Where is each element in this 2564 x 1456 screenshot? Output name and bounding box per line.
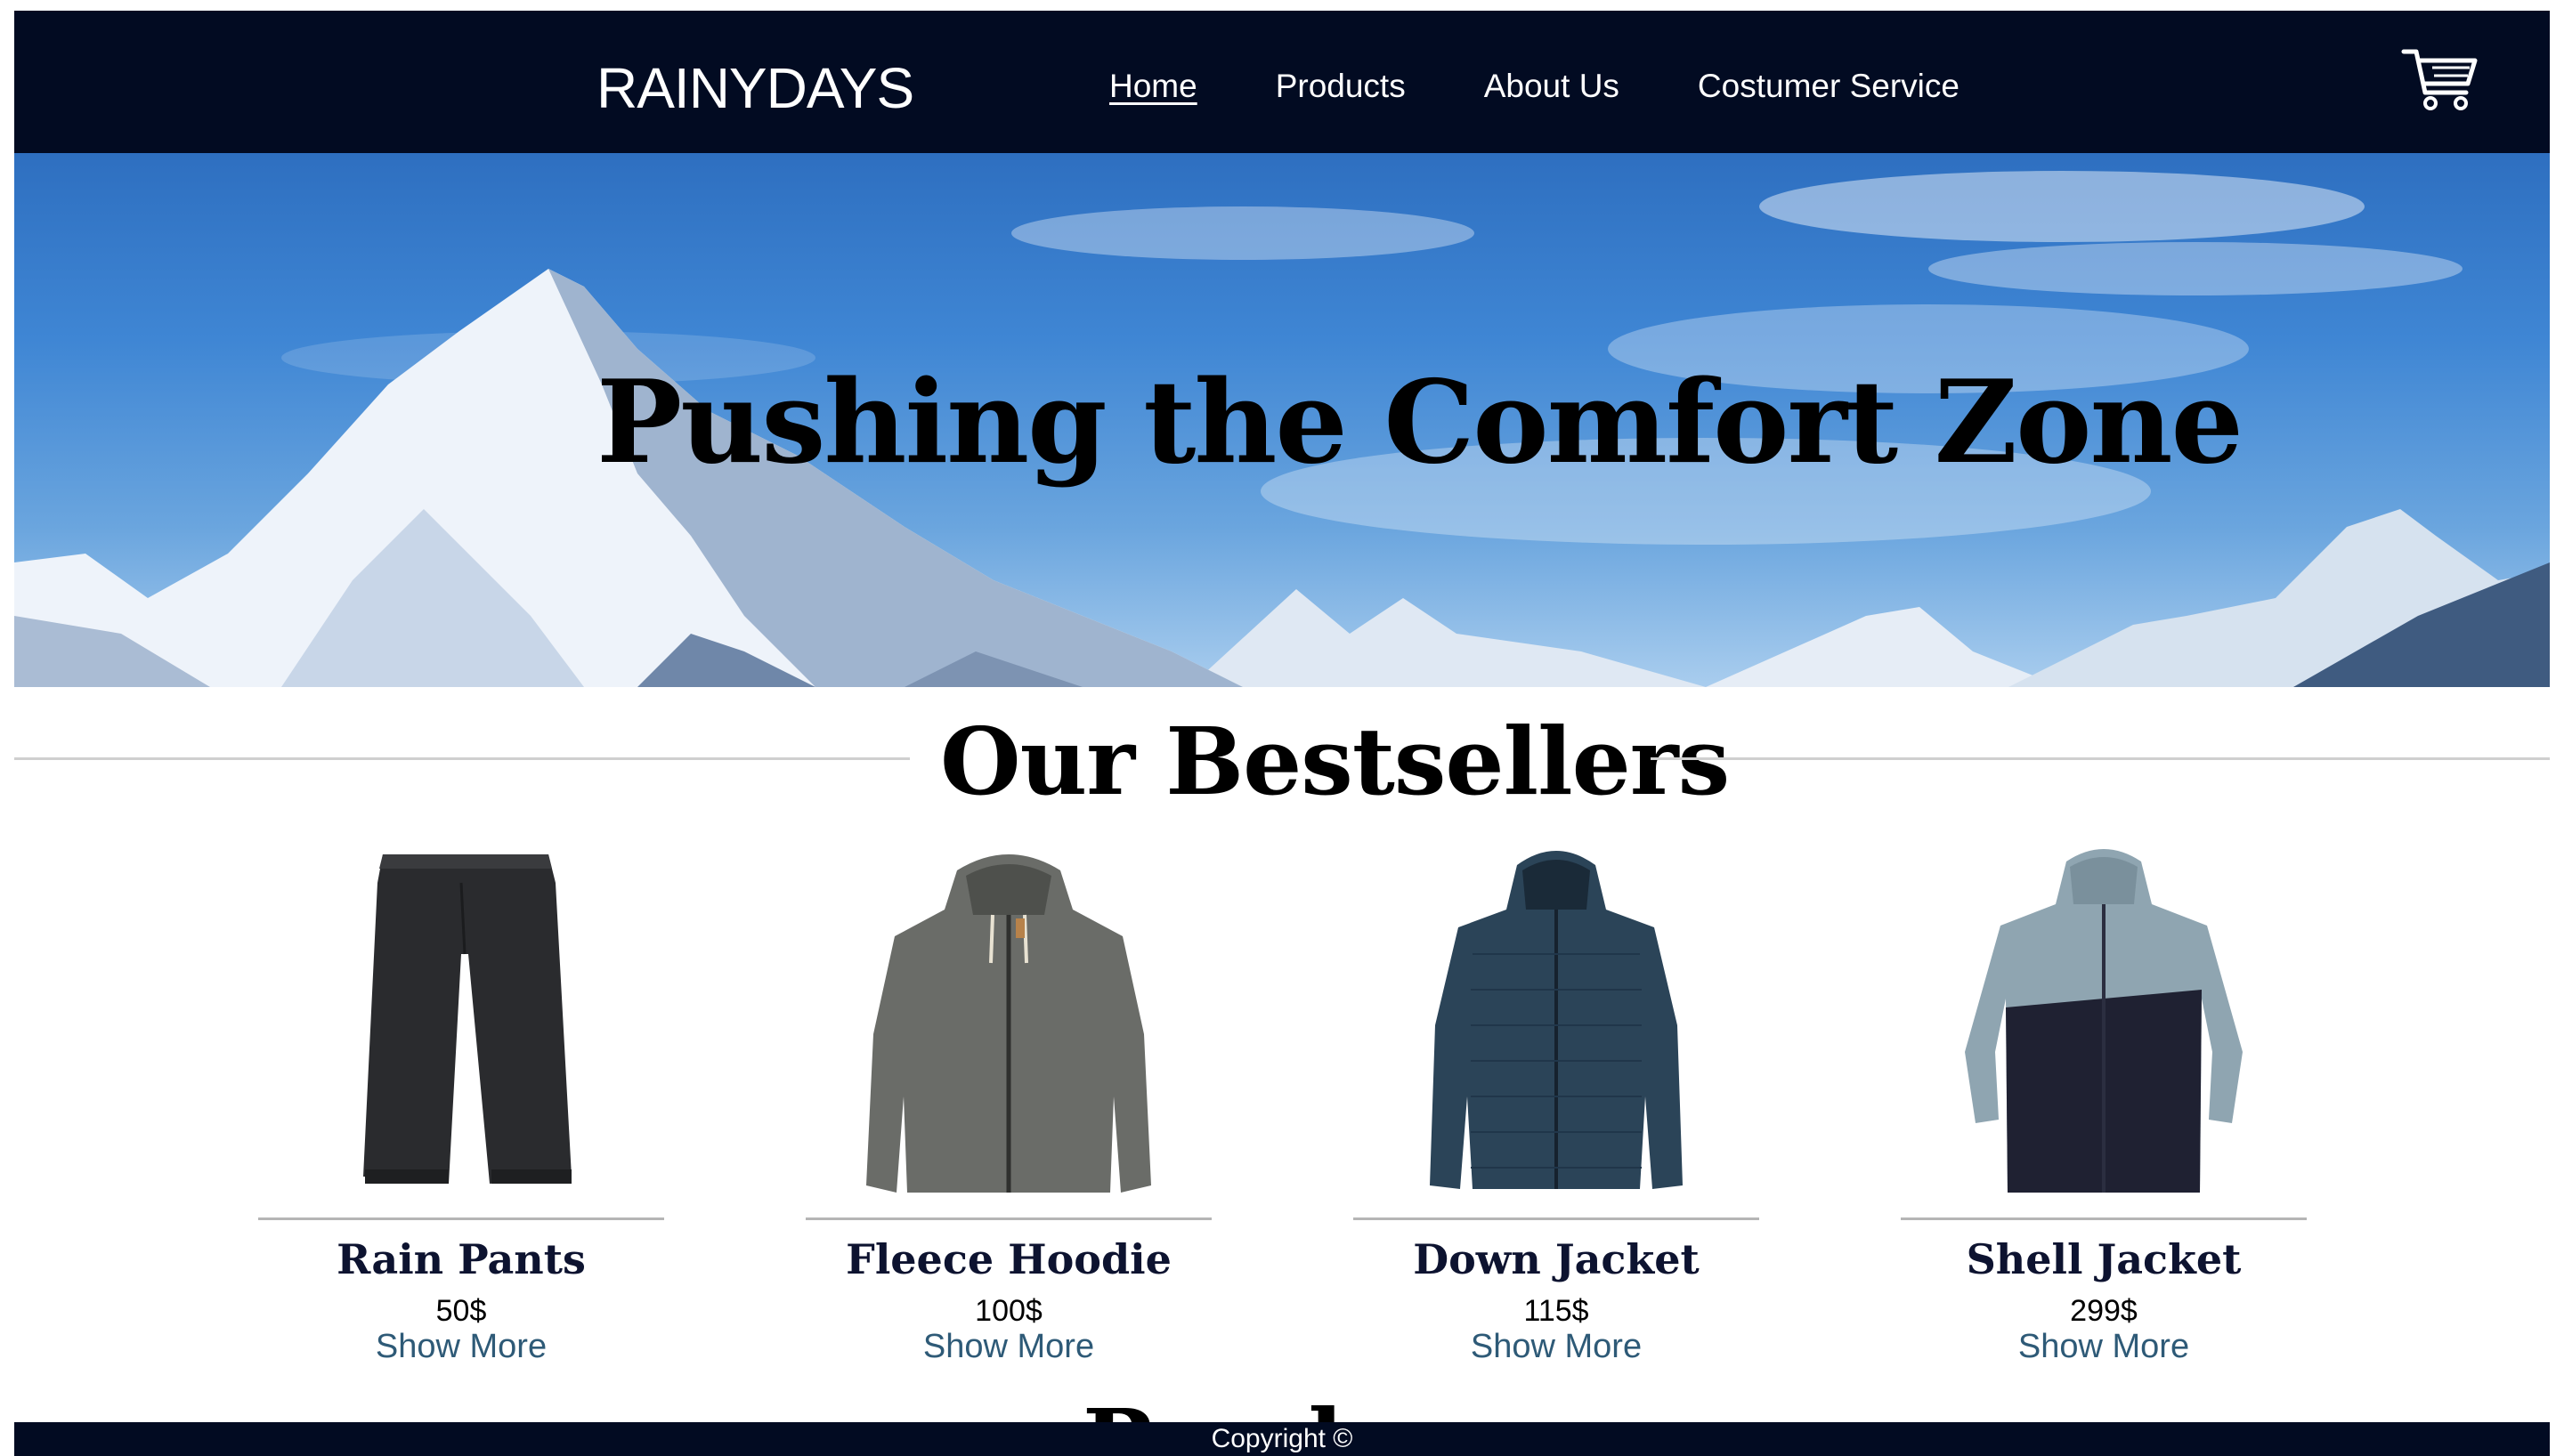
product-price: 100$ — [975, 1294, 1043, 1328]
fleece-hoodie-image[interactable] — [806, 829, 1212, 1212]
divider-line — [1651, 757, 2550, 760]
product-card[interactable]: Down Jacket 115$ Show More — [1353, 829, 1759, 1381]
site-header: RAINYDAYS Home Products About Us Costume… — [14, 11, 2550, 153]
cart-icon[interactable] — [2400, 46, 2479, 114]
product-price: 50$ — [435, 1294, 487, 1328]
nav-home[interactable]: Home — [1109, 68, 1197, 105]
site-footer: Copyright © — [14, 1422, 2550, 1456]
show-more-link[interactable]: Show More — [806, 1328, 1212, 1366]
shell-jacket-image[interactable] — [1901, 829, 2307, 1212]
product-divider — [1353, 1217, 1759, 1220]
product-name: Fleece Hoodie — [846, 1235, 1172, 1283]
bestsellers-header: Our Bestsellers — [14, 707, 2550, 816]
show-more-link[interactable]: Show More — [1901, 1328, 2307, 1366]
product-divider — [806, 1217, 1212, 1220]
hero-title: Pushing the Comfort Zone — [596, 356, 2244, 489]
nav-about-us[interactable]: About Us — [1484, 68, 1619, 105]
product-name: Down Jacket — [1413, 1235, 1700, 1283]
copyright-text: Copyright © — [1211, 1424, 1353, 1453]
product-card[interactable]: Rain Pants 50$ Show More — [258, 829, 664, 1381]
nav-products[interactable]: Products — [1276, 68, 1406, 105]
product-grid: Rain Pants 50$ Show More Fleece Hoodie 1… — [14, 829, 2550, 1381]
page: RAINYDAYS Home Products About Us Costume… — [14, 11, 2550, 1456]
show-more-link[interactable]: Show More — [258, 1328, 664, 1366]
site-logo[interactable]: RAINYDAYS — [596, 55, 914, 121]
hero-banner: Pushing the Comfort Zone — [14, 153, 2550, 687]
divider-line — [14, 757, 910, 760]
rain-pants-image[interactable] — [258, 829, 664, 1212]
section-title: Our Bestsellers — [940, 707, 1730, 816]
nav-costumer-service[interactable]: Costumer Service — [1698, 68, 1960, 105]
product-card[interactable]: Shell Jacket 299$ Show More — [1901, 829, 2307, 1381]
product-divider — [258, 1217, 664, 1220]
product-card[interactable]: Fleece Hoodie 100$ Show More — [806, 829, 1212, 1381]
product-price: 115$ — [1523, 1294, 1589, 1328]
product-name: Rain Pants — [337, 1235, 586, 1283]
product-divider — [1901, 1217, 2307, 1220]
show-more-link[interactable]: Show More — [1353, 1328, 1759, 1366]
product-name: Shell Jacket — [1966, 1235, 2242, 1283]
main-nav: Home Products About Us Costumer Service — [1109, 68, 1960, 105]
product-price: 299$ — [2070, 1294, 2138, 1328]
down-jacket-image[interactable] — [1353, 829, 1759, 1212]
